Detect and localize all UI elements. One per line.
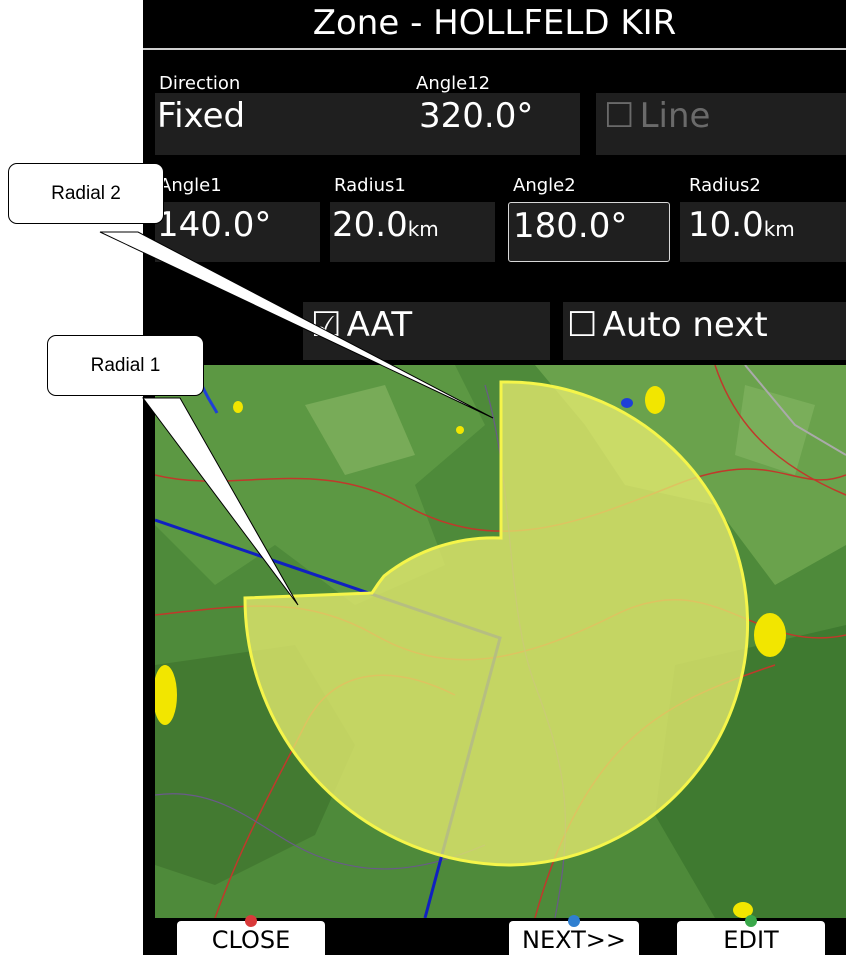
- callout-pointers: [99, 231, 494, 606]
- radial1-pointer: [142, 397, 299, 606]
- radial2-callout: Radial 2: [8, 163, 164, 224]
- radial1-callout: Radial 1: [47, 335, 204, 396]
